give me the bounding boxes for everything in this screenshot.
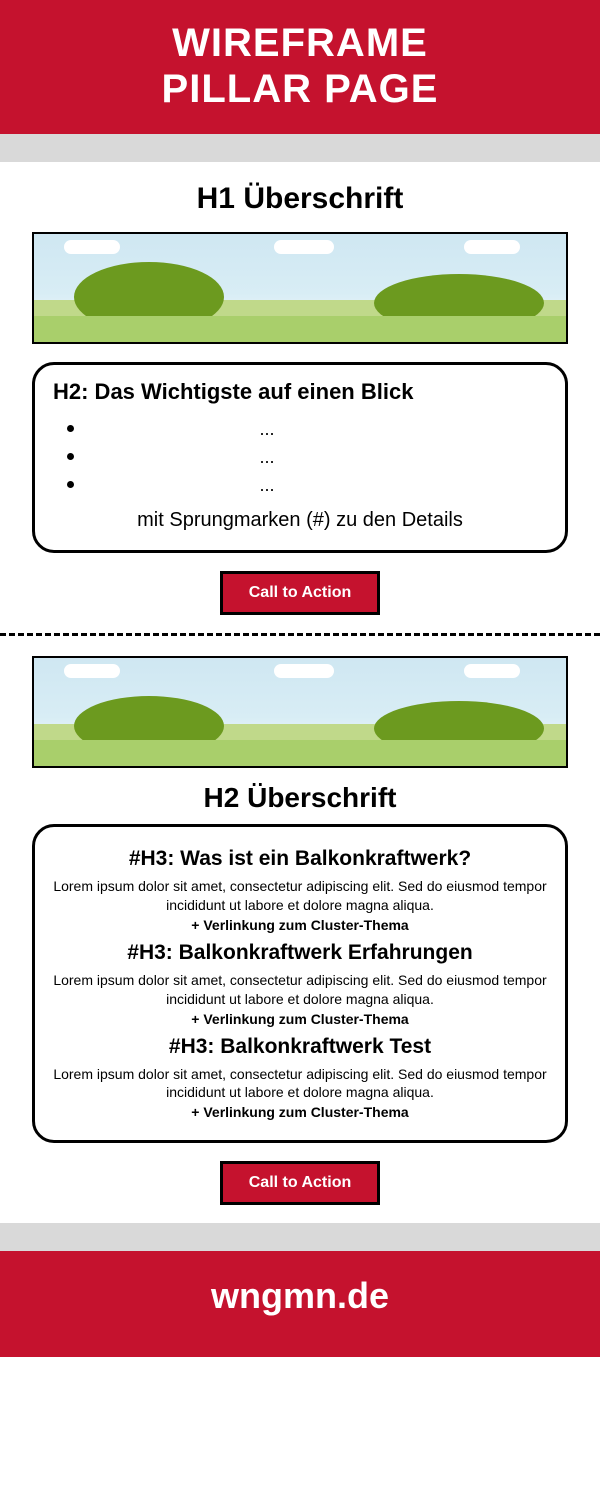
overview-bullets: ... ... ...	[53, 415, 547, 497]
footer-text: wngmn.de	[211, 1275, 389, 1316]
h3-1: #H3: Was ist ein Balkonkraftwerk?	[51, 847, 549, 871]
gray-bar-bottom	[0, 1223, 600, 1251]
header-line-1: WIREFRAME	[0, 20, 600, 66]
bullet-1: ...	[87, 415, 547, 441]
cluster-link-2[interactable]: + Verlinkung zum Cluster-Thema	[51, 1011, 549, 1027]
landscape-image-1	[32, 232, 568, 344]
text-2: Lorem ipsum dolor sit amet, consectetur …	[51, 971, 549, 1009]
page-footer: wngmn.de	[0, 1251, 600, 1357]
text-3: Lorem ipsum dolor sit amet, consectetur …	[51, 1065, 549, 1103]
h3-2: #H3: Balkonkraftwerk Erfahrungen	[51, 941, 549, 965]
cta-button-1[interactable]: Call to Action	[220, 571, 381, 615]
section-2: H2 Überschrift #H3: Was ist ein Balkonkr…	[0, 636, 600, 1223]
text-1: Lorem ipsum dolor sit amet, consectetur …	[51, 877, 549, 915]
page-header: WIREFRAME PILLAR PAGE	[0, 0, 600, 134]
cluster-link-1[interactable]: + Verlinkung zum Cluster-Thema	[51, 917, 549, 933]
cluster-link-3[interactable]: + Verlinkung zum Cluster-Thema	[51, 1104, 549, 1120]
overview-h2: H2: Das Wichtigste auf einen Blick	[53, 379, 547, 405]
overview-box: H2: Das Wichtigste auf einen Blick ... .…	[32, 362, 568, 553]
h2-heading: H2 Überschrift	[32, 782, 568, 814]
cta-button-2[interactable]: Call to Action	[220, 1161, 381, 1205]
bullet-2: ...	[87, 443, 547, 469]
header-line-2: PILLAR PAGE	[0, 66, 600, 112]
h3-3: #H3: Balkonkraftwerk Test	[51, 1035, 549, 1059]
gray-bar-top	[0, 134, 600, 162]
jump-note: mit Sprungmarken (#) zu den Details	[53, 509, 547, 532]
landscape-image-2	[32, 656, 568, 768]
section-1: H1 Überschrift H2: Das Wichtigste auf ei…	[0, 162, 600, 633]
content-box: #H3: Was ist ein Balkonkraftwerk? Lorem …	[32, 824, 568, 1143]
h1-heading: H1 Überschrift	[32, 182, 568, 216]
bullet-3: ...	[87, 471, 547, 497]
